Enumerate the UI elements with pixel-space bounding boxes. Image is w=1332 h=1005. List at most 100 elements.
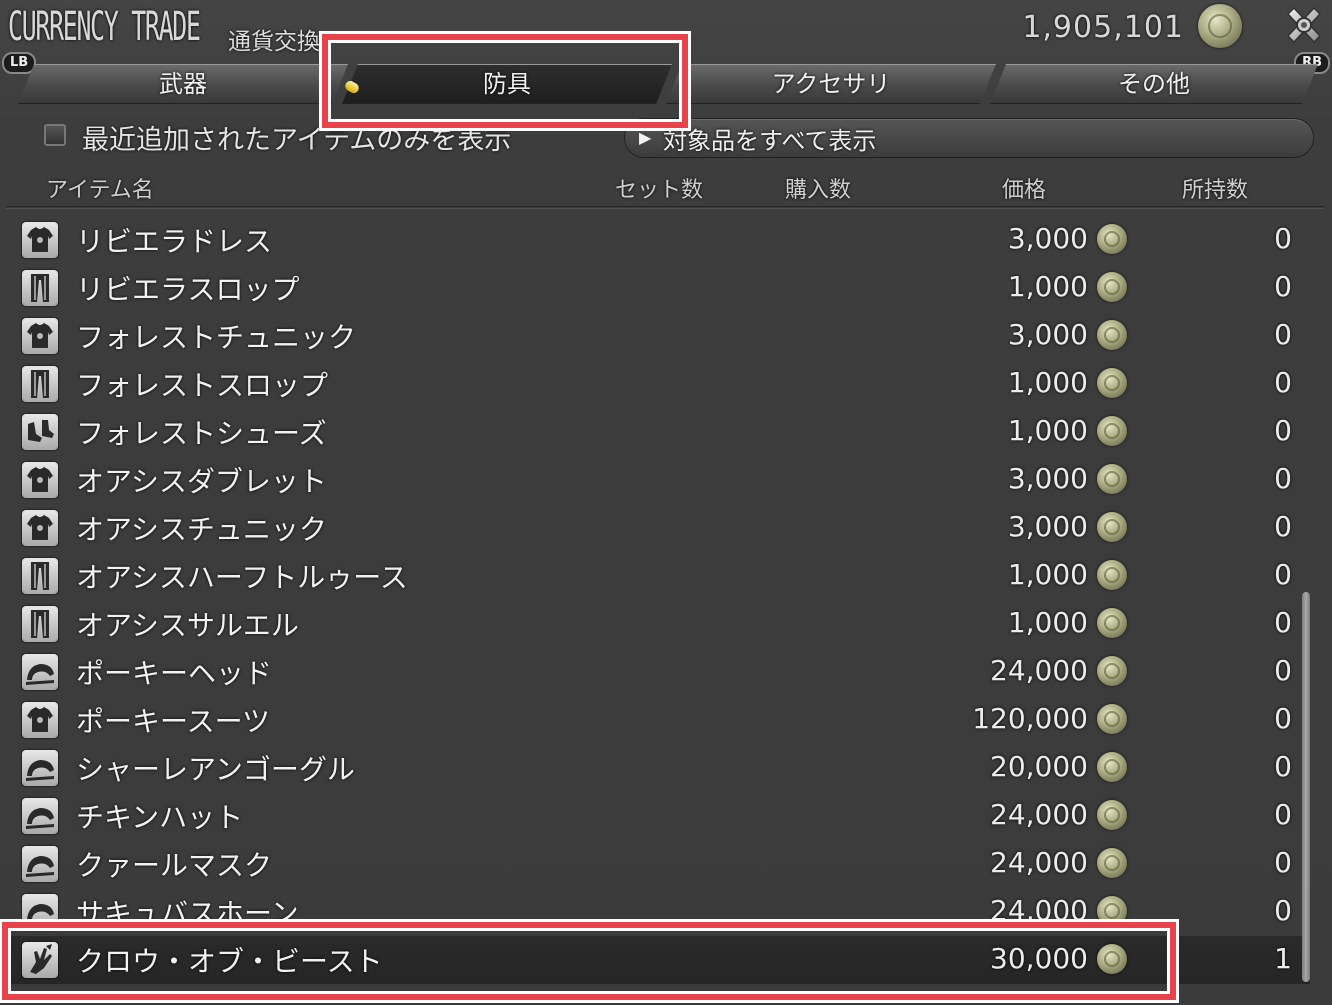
item-owned-count: 0 bbox=[1274, 798, 1292, 831]
tab-weapons[interactable]: 武器 bbox=[18, 64, 348, 104]
column-header-owned: 所持数 bbox=[1182, 178, 1249, 203]
item-list[interactable]: リビエラドレス 3,000 0 リビエラスロップ 1,000 0 フォレストチュニック 3,0… bbox=[0, 216, 1332, 1005]
item-name: クァールマスク bbox=[76, 849, 273, 882]
settings-icon[interactable] bbox=[1280, 2, 1328, 50]
list-item[interactable]: オアシスハーフトルゥース 1,000 0 bbox=[0, 552, 1310, 600]
item-price: 1,000 bbox=[1007, 366, 1088, 399]
item-owned-count: 0 bbox=[1274, 270, 1292, 303]
coin-icon bbox=[1097, 368, 1127, 398]
show-all-items-button[interactable]: ▶ 対象品をすべて表示 bbox=[624, 118, 1314, 158]
item-owned-count: 0 bbox=[1274, 702, 1292, 735]
list-item[interactable]: チキンハット 24,000 0 bbox=[0, 792, 1310, 840]
item-price: 1,000 bbox=[1007, 606, 1088, 639]
item-price: 3,000 bbox=[1007, 462, 1088, 495]
item-name: ポーキースーツ bbox=[76, 705, 271, 738]
currency-amount: 1,905,101 bbox=[1022, 10, 1184, 45]
item-price: 24,000 bbox=[990, 894, 1088, 927]
list-item[interactable]: リビエラスロップ 1,000 0 bbox=[0, 264, 1310, 312]
item-price: 24,000 bbox=[990, 798, 1088, 831]
body-armor-icon bbox=[22, 318, 58, 354]
coin-icon bbox=[1097, 560, 1127, 590]
item-name: リビエラドレス bbox=[76, 225, 273, 258]
list-item[interactable]: クァールマスク 24,000 0 bbox=[0, 840, 1310, 888]
item-name: シャーレアンゴーグル bbox=[76, 753, 355, 786]
item-owned-count: 0 bbox=[1274, 318, 1292, 351]
item-owned-count: 0 bbox=[1274, 510, 1292, 543]
head-armor-icon bbox=[22, 894, 58, 930]
tab-other[interactable]: その他 bbox=[990, 64, 1318, 104]
coin-icon bbox=[1198, 4, 1242, 48]
hands-armor-icon bbox=[22, 942, 58, 978]
list-item[interactable]: シャーレアンゴーグル 20,000 0 bbox=[0, 744, 1310, 792]
item-price: 3,000 bbox=[1007, 510, 1088, 543]
coin-icon bbox=[1097, 704, 1127, 734]
coin-icon bbox=[1097, 752, 1127, 782]
play-arrow-icon: ▶ bbox=[639, 128, 652, 147]
item-name: オアシスチュニック bbox=[76, 513, 327, 546]
body-armor-icon bbox=[22, 702, 58, 738]
item-name: サキュバスホーン bbox=[76, 897, 299, 930]
item-name: オアシスハーフトルゥース bbox=[76, 561, 408, 594]
coin-icon bbox=[1097, 656, 1127, 686]
item-price: 24,000 bbox=[990, 654, 1088, 687]
coin-icon bbox=[1097, 800, 1127, 830]
crossed-tools-icon bbox=[1286, 6, 1322, 44]
item-name: フォレストスロップ bbox=[76, 369, 329, 402]
body-armor-icon bbox=[22, 462, 58, 498]
feet-armor-icon bbox=[22, 414, 58, 450]
lb-button-hint: LB bbox=[2, 52, 37, 74]
item-name: フォレストチュニック bbox=[76, 321, 357, 354]
recent-items-checkbox-label: 最近追加されたアイテムのみを表示 bbox=[82, 125, 512, 156]
list-item[interactable]: フォレストシューズ 1,000 0 bbox=[0, 408, 1310, 456]
item-name: オアシスダブレット bbox=[76, 465, 327, 498]
item-price: 24,000 bbox=[990, 846, 1088, 879]
list-item[interactable]: ポーキーヘッド 24,000 0 bbox=[0, 648, 1310, 696]
tab-armor[interactable]: 防具 bbox=[342, 64, 672, 104]
coin-icon bbox=[1097, 608, 1127, 638]
column-header-purchase-count: 購入数 bbox=[785, 178, 852, 203]
item-owned-count: 0 bbox=[1274, 846, 1292, 879]
column-header-price: 価格 bbox=[1002, 178, 1047, 203]
tab-label: その他 bbox=[1118, 70, 1190, 98]
item-owned-count: 0 bbox=[1274, 366, 1292, 399]
list-item[interactable]: オアシスチュニック 3,000 0 bbox=[0, 504, 1310, 552]
list-item[interactable]: クロウ・オブ・ビースト 30,000 1 bbox=[0, 936, 1310, 984]
head-armor-icon bbox=[22, 846, 58, 882]
tab-accessories[interactable]: アクセサリ bbox=[666, 64, 996, 104]
header-divider bbox=[6, 206, 1324, 209]
item-price: 1,000 bbox=[1007, 270, 1088, 303]
item-owned-count: 0 bbox=[1274, 414, 1292, 447]
list-item[interactable]: リビエラドレス 3,000 0 bbox=[0, 216, 1310, 264]
legs-armor-icon bbox=[22, 270, 58, 306]
recent-items-checkbox[interactable] bbox=[44, 124, 66, 146]
tab-label: アクセサリ bbox=[771, 70, 891, 98]
coin-icon bbox=[1097, 944, 1127, 974]
item-owned-count: 0 bbox=[1274, 222, 1292, 255]
currency-trade-window: CURRENCY TRADE 通貨交換 1,905,101 LB RB 武器 防… bbox=[0, 0, 1332, 1005]
legs-armor-icon bbox=[22, 558, 58, 594]
coin-icon bbox=[1097, 848, 1127, 878]
coin-icon bbox=[1097, 224, 1127, 254]
item-price: 30,000 bbox=[990, 942, 1088, 975]
legs-armor-icon bbox=[22, 606, 58, 642]
item-name: チキンハット bbox=[76, 801, 244, 834]
list-item[interactable]: オアシスダブレット 3,000 0 bbox=[0, 456, 1310, 504]
list-item[interactable]: サキュバスホーン 24,000 0 bbox=[0, 888, 1310, 936]
coin-icon bbox=[1097, 272, 1127, 302]
legs-armor-icon bbox=[22, 366, 58, 402]
coin-icon bbox=[1097, 896, 1127, 926]
coin-icon bbox=[1097, 416, 1127, 446]
window-subtitle: 通貨交換 bbox=[228, 29, 320, 55]
item-name: リビエラスロップ bbox=[76, 273, 300, 306]
column-header-set-count: セット数 bbox=[615, 178, 704, 203]
list-item[interactable]: オアシスサルエル 1,000 0 bbox=[0, 600, 1310, 648]
list-item[interactable]: フォレストスロップ 1,000 0 bbox=[0, 360, 1310, 408]
item-name: フォレストシューズ bbox=[76, 417, 327, 450]
list-item[interactable]: フォレストチュニック 3,000 0 bbox=[0, 312, 1310, 360]
list-item[interactable]: ポーキースーツ 120,000 0 bbox=[0, 696, 1310, 744]
tab-label: 武器 bbox=[159, 70, 207, 98]
list-scrollbar[interactable] bbox=[1302, 592, 1310, 982]
show-all-items-label: 対象品をすべて表示 bbox=[663, 127, 877, 155]
item-name: クロウ・オブ・ビースト bbox=[76, 945, 383, 978]
item-price: 120,000 bbox=[972, 702, 1088, 735]
